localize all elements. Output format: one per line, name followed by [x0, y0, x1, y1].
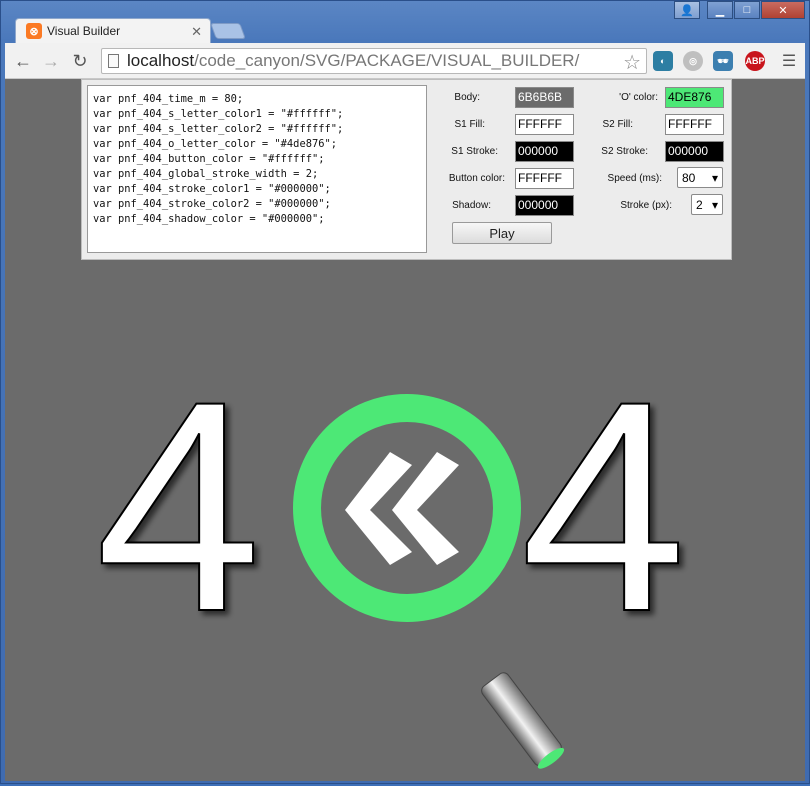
- speed-label: Speed (ms):: [607, 173, 662, 184]
- url-path: /code_canyon/SVG/PACKAGE/VISUAL_BUILDER/: [194, 51, 580, 70]
- speed-select[interactable]: 80 ▾: [677, 167, 723, 188]
- speed-value: 80: [682, 170, 696, 185]
- s2-stroke-input[interactable]: 000000: [665, 141, 724, 162]
- browser-toolbar: ← → ↻ localhost/code_canyon/SVG/PACKAGE/…: [5, 43, 805, 79]
- button-color-label: Button color:: [448, 173, 505, 184]
- code-line: var pnf_404_shadow_color = "#000000";: [93, 213, 325, 225]
- reload-icon[interactable]: ↻: [68, 50, 92, 72]
- page-icon: [108, 54, 119, 68]
- url-host: localhost: [127, 51, 195, 70]
- window-controls: 👤 ▁ □ ✕: [673, 1, 805, 19]
- code-line: var pnf_404_global_stroke_width = 2;: [93, 168, 319, 180]
- maximize-button[interactable]: □: [734, 1, 760, 19]
- profile-icon[interactable]: 👤: [674, 1, 700, 19]
- stroke-width-select[interactable]: 2 ▾: [691, 194, 723, 215]
- adblock-plus-icon[interactable]: ABP: [745, 51, 765, 71]
- code-line: var pnf_404_stroke_color2 = "#000000";: [93, 198, 331, 210]
- code-line: var pnf_404_stroke_color1 = "#000000";: [93, 183, 331, 195]
- chevron-down-icon: ▾: [711, 170, 718, 185]
- abp-label: ABP: [745, 56, 765, 66]
- code-output[interactable]: var pnf_404_time_m = 80; var pnf_404_s_le…: [87, 85, 427, 253]
- bookmark-star-icon[interactable]: ☆: [623, 50, 641, 75]
- cloud-extension-icon[interactable]: ◐: [653, 51, 673, 71]
- digit-right: 4: [520, 338, 687, 674]
- body-color-input[interactable]: 6B6B6B: [515, 87, 574, 108]
- xampp-favicon-icon: ⊗: [26, 23, 42, 39]
- preview-stage: 4 4: [5, 260, 805, 781]
- stroke-width-label: Stroke (px):: [620, 200, 672, 211]
- 404-graphic: 4 4: [94, 337, 688, 769]
- code-line: var pnf_404_button_color = "#ffffff";: [93, 153, 325, 165]
- code-line: var pnf_404_s_letter_color1 = "#ffffff";: [93, 108, 344, 120]
- s2-fill-input[interactable]: FFFFFF: [665, 114, 724, 135]
- tab-close-icon[interactable]: ✕: [191, 24, 202, 40]
- o-color-input[interactable]: 4DE876: [665, 87, 724, 108]
- s2-stroke-label: S2 Stroke:: [601, 146, 648, 157]
- minimize-button[interactable]: ▁: [707, 1, 733, 19]
- button-color-input[interactable]: FFFFFF: [515, 168, 574, 189]
- s1-fill-label: S1 Fill:: [454, 119, 485, 130]
- digit-left: 4: [95, 338, 262, 674]
- back-chevrons-icon: [345, 452, 459, 565]
- s1-stroke-input[interactable]: 000000: [515, 141, 574, 162]
- code-line: var pnf_404_time_m = 80;: [93, 93, 244, 105]
- code-line: var pnf_404_o_letter_color = "#4de876";: [93, 138, 337, 150]
- stroke-width-value: 2: [696, 197, 703, 212]
- forward-arrow-icon[interactable]: →: [39, 50, 63, 72]
- close-window-button[interactable]: ✕: [761, 1, 805, 19]
- body-label: Body:: [454, 92, 480, 103]
- circle-extension-icon[interactable]: ◎: [683, 51, 703, 71]
- page-content: var pnf_404_time_m = 80; var pnf_404_s_le…: [5, 79, 805, 781]
- menu-icon[interactable]: ☰: [777, 50, 801, 72]
- s2-fill-label: S2 Fill:: [602, 119, 633, 130]
- shadow-label: Shadow:: [452, 200, 491, 211]
- magnifier-handle: [481, 672, 565, 769]
- builder-panel: var pnf_404_time_m = 80; var pnf_404_s_le…: [81, 79, 732, 260]
- shadow-color-input[interactable]: 000000: [515, 195, 574, 216]
- o-color-label: 'O' color:: [619, 92, 658, 103]
- s1-stroke-label: S1 Stroke:: [451, 146, 498, 157]
- new-tab-button[interactable]: [210, 23, 246, 39]
- chevron-down-icon: ▾: [711, 197, 718, 212]
- s1-fill-input[interactable]: FFFFFF: [515, 114, 574, 135]
- browser-tab[interactable]: ⊗ Visual Builder ✕: [15, 18, 211, 43]
- browser-window: ⊗ Visual Builder ✕ 👤 ▁ □ ✕ ← → ↻ localho…: [0, 0, 810, 784]
- code-line: var pnf_404_s_letter_color2 = "#ffffff";: [93, 123, 344, 135]
- spy-extension-icon[interactable]: 🕶: [713, 51, 733, 71]
- tab-title: Visual Builder: [47, 24, 121, 38]
- play-button[interactable]: Play: [452, 222, 552, 244]
- back-arrow-icon[interactable]: ←: [11, 50, 35, 72]
- address-bar[interactable]: localhost/code_canyon/SVG/PACKAGE/VISUAL…: [101, 48, 647, 74]
